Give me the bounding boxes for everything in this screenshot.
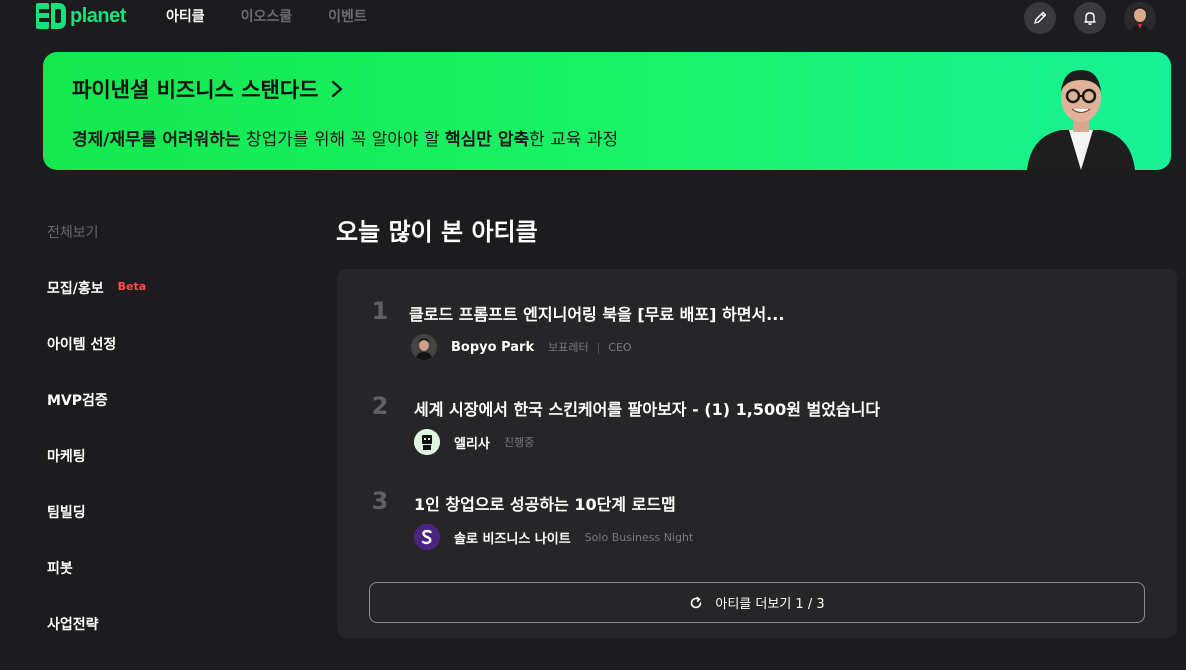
- sidebar-item-strategy[interactable]: 사업전략: [47, 614, 267, 670]
- article-item[interactable]: 3 1인 창업으로 성공하는 10단계 로드맵 솔로 비즈니스 나이트 Solo…: [367, 487, 1157, 555]
- nav-tab-events[interactable]: 이벤트: [328, 6, 367, 26]
- promo-banner[interactable]: 파이낸셜 비즈니스 스탠다드 경제/재무를 어려워하는 창업가를 위해 꼭 알아…: [43, 52, 1171, 170]
- nav-tab-eoschool[interactable]: 이오스쿨: [241, 6, 293, 26]
- sidebar-item-team-building[interactable]: 팀빌딩: [47, 502, 267, 558]
- author-name: 엘리사: [454, 436, 490, 452]
- load-more-label: 아티클 더보기 1 / 3: [715, 597, 825, 612]
- top-actions: [1024, 2, 1156, 34]
- banner-title: 파이낸셜 비즈니스 스탠다드: [72, 74, 344, 104]
- author-publication: Solo Business Night: [584, 530, 694, 544]
- article-rank: 1: [371, 297, 389, 325]
- sidebar-item-label: 사업전략: [47, 617, 99, 633]
- author-avatar: [414, 524, 440, 550]
- user-avatar-icon: [1124, 2, 1156, 34]
- popular-articles-card: 1 클로드 프롬프트 엔지니어링 북을 [무료 배포] 하면서... Bopyo…: [337, 269, 1177, 638]
- pencil-icon: [1034, 11, 1047, 24]
- article-title: 세계 시장에서 한국 스킨케어를 팔아보자 - (1) 1,500원 벌었습니다: [414, 400, 881, 419]
- author-avatar: [411, 334, 437, 360]
- sidebar-item-marketing[interactable]: 마케팅: [47, 446, 267, 502]
- instructor-photo: [1027, 70, 1135, 170]
- sidebar-item-mvp[interactable]: MVP검증: [47, 390, 267, 446]
- author-meta: Solo Business Night: [585, 531, 694, 544]
- load-more-articles-button[interactable]: 아티클 더보기 1 / 3: [369, 582, 1145, 623]
- author-name: Bopyo Park: [451, 339, 535, 355]
- article-title: 1인 창업으로 성공하는 10단계 로드맵: [414, 495, 676, 514]
- top-navigation: planet 아티클 이오스쿨 이벤트: [0, 0, 1186, 40]
- chevron-right-icon: [332, 80, 343, 98]
- article-item[interactable]: 1 클로드 프롬프트 엔지니어링 북을 [무료 배포] 하면서... Bopyo…: [367, 297, 1157, 365]
- author-meta: 진행중: [504, 434, 534, 450]
- nav-tab-articles[interactable]: 아티클: [166, 6, 205, 26]
- article-rank: 2: [371, 392, 389, 420]
- user-avatar[interactable]: [1124, 2, 1156, 34]
- logo-wordmark: planet: [70, 4, 126, 27]
- author-avatar: [414, 429, 440, 455]
- logo[interactable]: planet: [36, 0, 126, 32]
- sidebar-item-label: 전체보기: [47, 225, 99, 241]
- robot-avatar-icon: [414, 429, 440, 455]
- sidebar-item-item-selection[interactable]: 아이템 선정: [47, 334, 267, 390]
- author-status: 진행중: [503, 436, 535, 449]
- author-role: CEO: [608, 340, 632, 354]
- sidebar-item-label: 피봇: [47, 561, 73, 577]
- author-row: Bopyo Park 보표레터 | CEO: [411, 333, 632, 361]
- sidebar-item-label: 팀빌딩: [47, 505, 86, 521]
- article-item[interactable]: 2 세계 시장에서 한국 스킨케어를 팔아보자 - (1) 1,500원 벌었습…: [367, 392, 1157, 460]
- banner-sub-emphasis-1: 경제/재무를 어려워하는: [72, 130, 241, 150]
- sidebar-item-label: 아이템 선정: [47, 337, 117, 353]
- banner-title-text: 파이낸셜 비즈니스 스탠다드: [72, 78, 319, 102]
- sidebar-item-label: MVP검증: [47, 393, 108, 409]
- author-meta: 보표레터 | CEO: [548, 339, 632, 355]
- article-title: 클로드 프롬프트 엔지니어링 북을 [무료 배포] 하면서...: [409, 305, 785, 324]
- author-publication: 보표레터: [548, 341, 589, 354]
- section-title: 오늘 많이 본 아티클: [336, 218, 538, 246]
- category-sidebar: 전체보기 모집/홍보 Beta 아이템 선정 MVP검증 마케팅 팀빌딩 피봇 …: [47, 222, 267, 670]
- notifications-button[interactable]: [1074, 2, 1106, 34]
- author-row: 솔로 비즈니스 나이트 Solo Business Night: [414, 523, 693, 551]
- bell-icon: [1084, 12, 1096, 25]
- beta-badge: Beta: [117, 280, 147, 293]
- sidebar-item-label: 모집/홍보: [47, 281, 104, 297]
- author-row: 엘리사 진행중: [414, 428, 534, 456]
- author-name: 솔로 비즈니스 나이트: [454, 531, 571, 547]
- main-nav: 아티클 이오스쿨 이벤트: [166, 6, 367, 26]
- author-avatar-icon: [411, 334, 437, 360]
- article-rank: 3: [371, 487, 389, 515]
- meta-separator: |: [596, 340, 601, 354]
- banner-sub-text-2: 한 교육 과정: [529, 130, 619, 150]
- banner-sub-emphasis-2: 핵심만 압축: [445, 130, 530, 150]
- sidebar-item-all[interactable]: 전체보기: [47, 222, 267, 278]
- logo-mark-icon: [36, 3, 66, 29]
- banner-subtitle: 경제/재무를 어려워하는 창업가를 위해 꼭 알아야 할 핵심만 압축한 교육 …: [72, 125, 618, 150]
- sidebar-item-pivot[interactable]: 피봇: [47, 558, 267, 614]
- sidebar-item-recruit[interactable]: 모집/홍보 Beta: [47, 278, 267, 334]
- banner-sub-text-1: 창업가를 위해 꼭 알아야 할: [240, 130, 445, 150]
- solo-logo-icon: [414, 524, 440, 550]
- refresh-icon: [691, 596, 702, 608]
- write-button[interactable]: [1024, 2, 1056, 34]
- sidebar-item-label: 마케팅: [47, 449, 86, 465]
